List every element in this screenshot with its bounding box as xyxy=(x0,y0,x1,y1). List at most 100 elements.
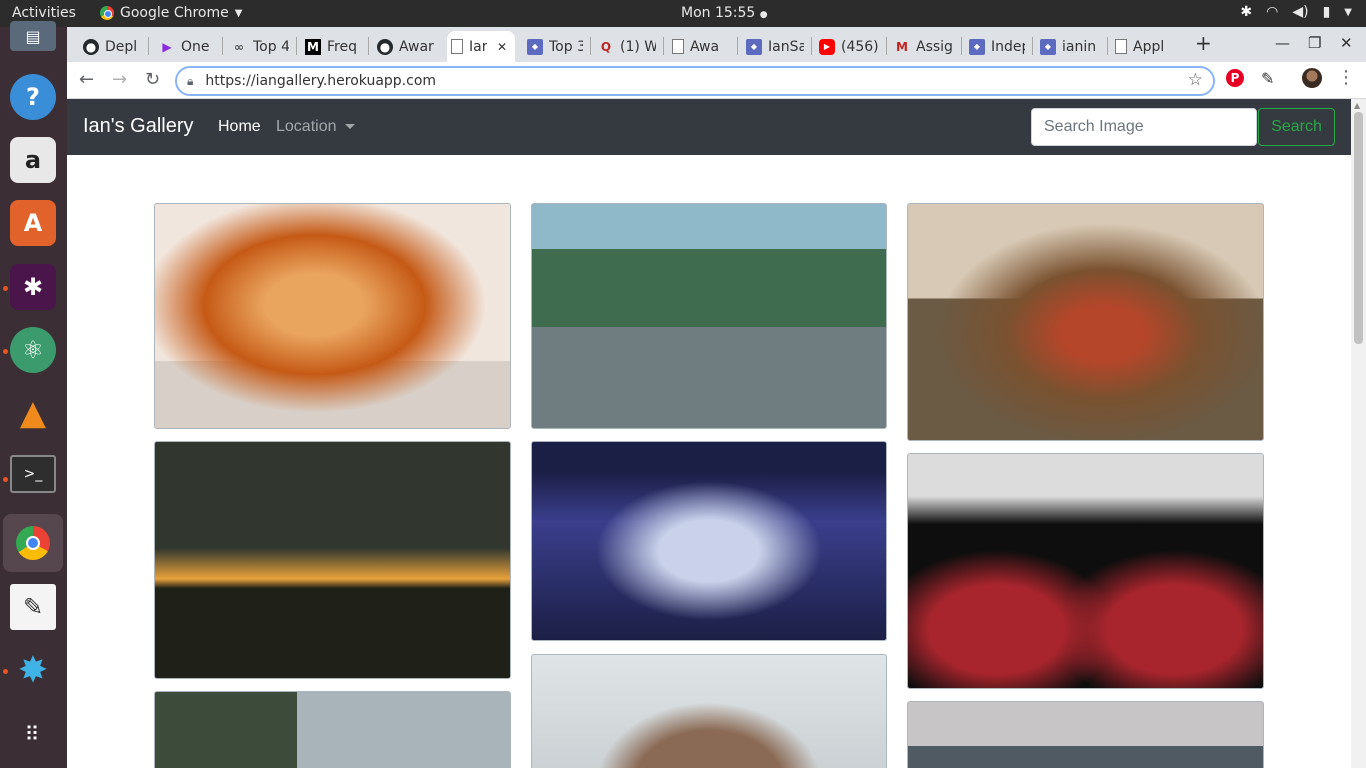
page-icon xyxy=(451,39,463,54)
gallery-image[interactable] xyxy=(531,203,887,429)
tab-label: One xyxy=(181,38,210,55)
help-icon[interactable]: ? xyxy=(10,74,56,120)
play-icon: ▶ xyxy=(162,39,172,54)
browser-tab[interactable]: ● Awar xyxy=(373,31,439,62)
activities-button[interactable]: Activities xyxy=(12,5,76,21)
text-editor-icon[interactable]: ✎ xyxy=(10,584,56,630)
running-indicator xyxy=(3,286,8,291)
forward-button[interactable]: → xyxy=(112,69,127,90)
tab-label: Top 3 xyxy=(549,38,583,55)
amazon-icon[interactable]: a xyxy=(10,137,56,183)
browser-toolbar: ← → ↻ 🔒︎ https://iangallery.herokuapp.co… xyxy=(67,62,1366,99)
notification-dot-icon: ● xyxy=(759,10,768,20)
menu-icon[interactable]: ⋮ xyxy=(1337,67,1355,88)
page-icon xyxy=(672,39,684,54)
browser-tab[interactable]: ▶ (456) xyxy=(815,31,883,62)
nav-location-dropdown[interactable]: Location xyxy=(276,118,355,136)
minimize-button[interactable]: — xyxy=(1275,34,1290,52)
site-navbar: Ian's Gallery Home Location Search xyxy=(67,99,1351,155)
running-indicator xyxy=(3,349,8,354)
bookmark-star-icon[interactable]: ☆ xyxy=(1188,70,1203,90)
site-icon: ◆ xyxy=(746,38,762,55)
site-icon: ◆ xyxy=(1040,38,1056,55)
software-center-icon[interactable]: A xyxy=(10,200,56,246)
browser-tab[interactable]: Iar ✕ xyxy=(447,31,515,62)
page-scrollbar[interactable]: ▲ xyxy=(1351,99,1366,768)
new-tab-button[interactable]: + xyxy=(1195,31,1212,55)
tab-separator xyxy=(961,37,962,55)
wifi-icon: ◠ xyxy=(1266,4,1279,20)
gallery-image[interactable] xyxy=(154,691,511,768)
slack-icon[interactable]: ✱ xyxy=(10,264,56,310)
tab-separator xyxy=(886,37,887,55)
clock-label: Mon 15:55 xyxy=(681,5,756,21)
tab-separator xyxy=(663,37,664,55)
maximize-button[interactable]: ❐ xyxy=(1308,34,1321,52)
quora-icon: Q xyxy=(600,39,612,54)
app-menu[interactable]: Google Chrome ▼ xyxy=(100,5,242,21)
tab-label: ianin xyxy=(1062,38,1097,55)
page-icon xyxy=(1115,39,1127,54)
site-icon: ◆ xyxy=(969,38,985,55)
address-bar[interactable]: 🔒︎ https://iangallery.herokuapp.com ☆ xyxy=(175,66,1215,96)
medium-icon: M xyxy=(305,38,321,55)
chrome-icon[interactable] xyxy=(3,514,63,572)
gallery-image[interactable] xyxy=(907,701,1264,768)
slack-tray-icon[interactable]: ✱ xyxy=(1240,4,1252,20)
search-input[interactable] xyxy=(1031,108,1257,146)
nav-location-label: Location xyxy=(276,118,337,135)
browser-tab[interactable]: Appl xyxy=(1111,31,1175,62)
tab-separator xyxy=(1032,37,1033,55)
tab-label: Freq xyxy=(327,38,357,55)
app-menu-label: Google Chrome xyxy=(120,5,229,21)
url-text[interactable]: https://iangallery.herokuapp.com xyxy=(205,73,436,89)
youtube-icon: ▶ xyxy=(819,38,835,55)
system-tray[interactable]: ✱ ◠ ◀) ▮ ▼ xyxy=(1240,4,1352,20)
color-picker-extension-icon[interactable]: ✎ xyxy=(1261,69,1274,88)
tab-label: (456) xyxy=(841,38,879,55)
gallery-image[interactable] xyxy=(531,654,887,768)
browser-tab[interactable]: ◆ Indep xyxy=(965,31,1029,62)
tab-label: IanSa xyxy=(768,38,804,55)
nav-home-link[interactable]: Home xyxy=(218,118,261,136)
reload-button[interactable]: ↻ xyxy=(145,69,160,90)
close-tab-icon[interactable]: ✕ xyxy=(497,40,507,54)
scrollbar-thumb[interactable] xyxy=(1354,112,1363,344)
browser-tab[interactable]: Awa xyxy=(668,31,734,62)
clock[interactable]: Mon 15:55 ● xyxy=(681,5,768,21)
gallery-image[interactable] xyxy=(907,203,1264,441)
scroll-up-arrow-icon[interactable]: ▲ xyxy=(1354,101,1360,110)
browser-tab[interactable]: Q (1) W xyxy=(594,31,660,62)
browser-tab[interactable]: ◆ Top 3 xyxy=(523,31,587,62)
gallery-image[interactable] xyxy=(907,453,1264,689)
app-icon[interactable]: ✸ xyxy=(10,647,56,693)
gallery-image[interactable] xyxy=(531,441,887,641)
browser-tab[interactable]: M Assig xyxy=(890,31,958,62)
browser-tab[interactable]: ∞ Top 4 xyxy=(227,31,293,62)
battery-icon: ▮ xyxy=(1322,4,1331,20)
tab-label: (1) W xyxy=(620,38,656,55)
browser-tab[interactable]: M Freq xyxy=(301,31,365,62)
site-brand[interactable]: Ian's Gallery xyxy=(83,115,194,138)
lock-icon[interactable]: 🔒︎ xyxy=(187,74,193,89)
gallery-image[interactable] xyxy=(154,203,511,429)
close-window-button[interactable]: ✕ xyxy=(1340,34,1353,52)
pinterest-extension-icon[interactable]: P xyxy=(1226,69,1244,87)
profile-avatar[interactable] xyxy=(1302,68,1322,88)
back-button[interactable]: ← xyxy=(79,69,94,90)
browser-tab[interactable]: ● Depl xyxy=(79,31,145,62)
browser-tab[interactable]: ▶ One xyxy=(155,31,219,62)
tab-label: Assig xyxy=(916,38,953,55)
browser-tab[interactable]: ◆ IanSa xyxy=(742,31,808,62)
browser-tab[interactable]: ◆ ianin xyxy=(1036,31,1104,62)
tab-label: Top 4 xyxy=(253,38,289,55)
volume-icon: ◀) xyxy=(1292,4,1309,20)
gallery-image[interactable] xyxy=(154,441,511,679)
files-icon[interactable]: ▤ xyxy=(10,21,56,51)
atom-icon[interactable]: ⚛ xyxy=(10,327,56,373)
vlc-icon[interactable]: ▲ xyxy=(10,390,56,436)
terminal-icon[interactable]: >_ xyxy=(10,455,56,493)
show-apps-icon[interactable]: ⠿ xyxy=(10,711,56,757)
search-button[interactable]: Search xyxy=(1258,108,1335,146)
tab-separator xyxy=(737,37,738,55)
